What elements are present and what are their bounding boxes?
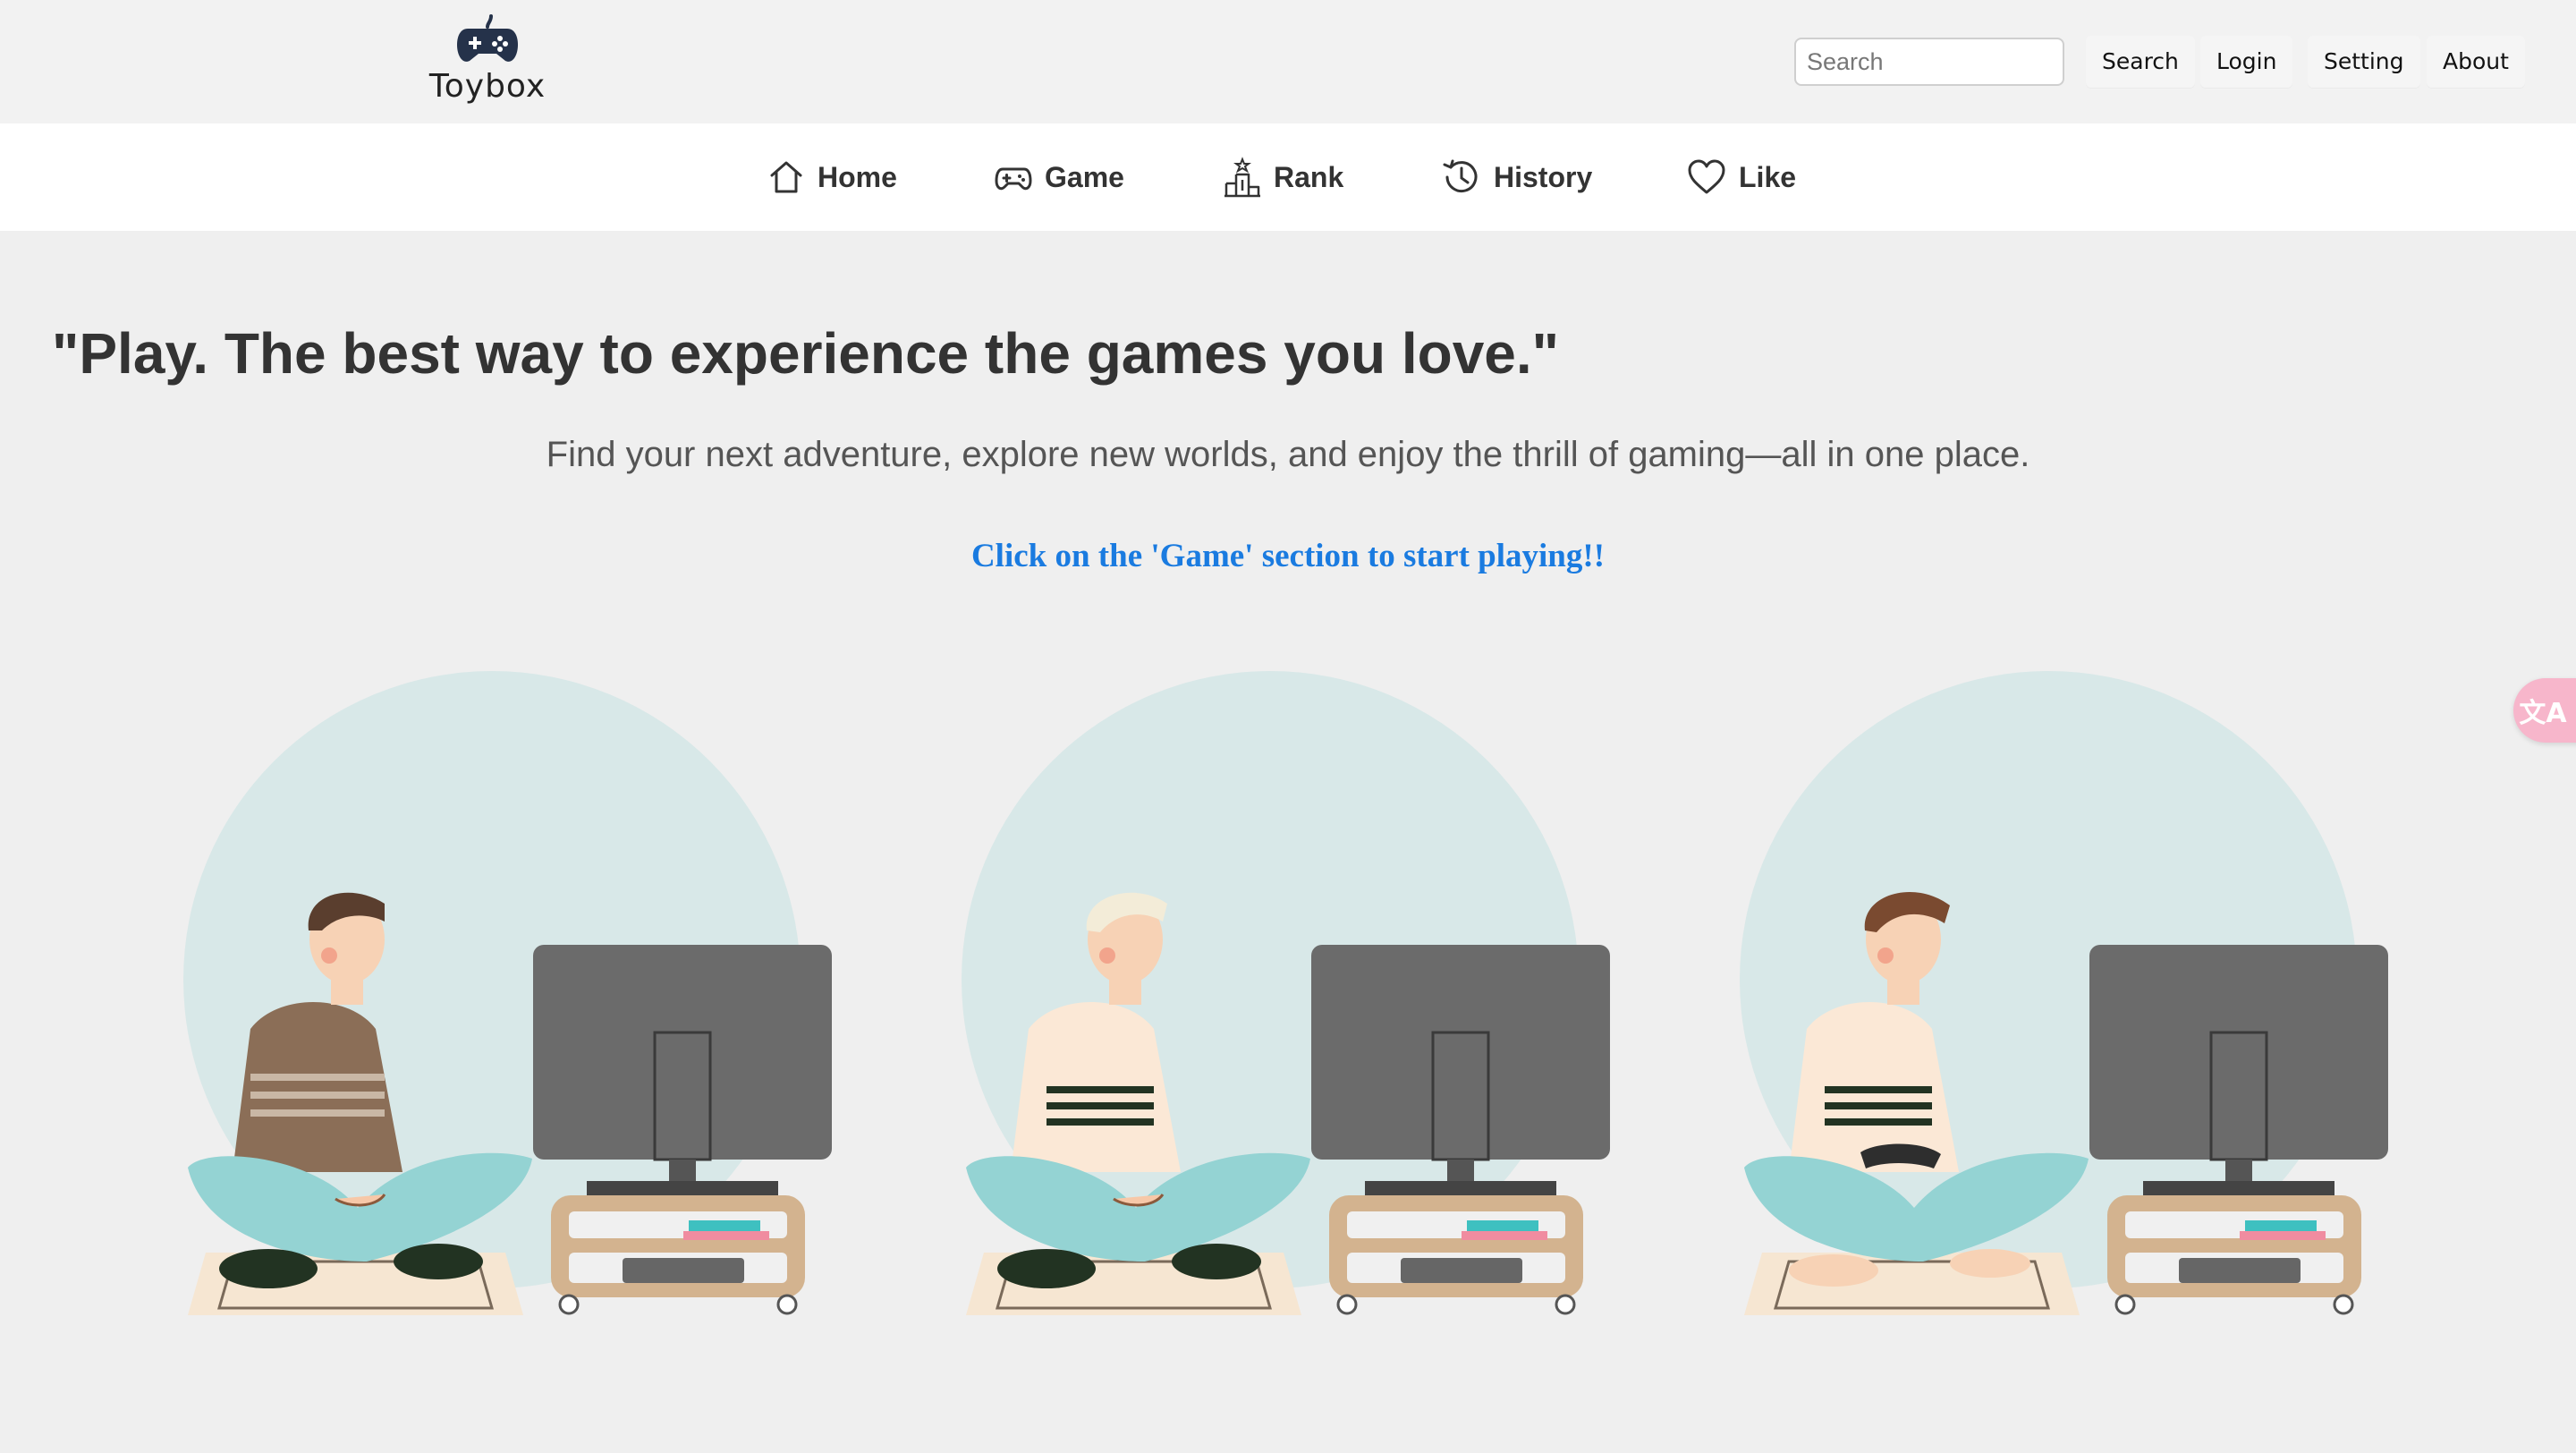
- heart-icon: [1688, 159, 1725, 194]
- translate-icon: 文A: [2519, 698, 2567, 729]
- translate-widget[interactable]: 文A: [2513, 678, 2576, 743]
- podium-icon: [1224, 157, 1260, 198]
- gamer-illustration-3: [1740, 671, 2388, 1315]
- nav-item-label: Rank: [1274, 160, 1344, 193]
- setting-button[interactable]: Setting: [2308, 36, 2420, 88]
- nav-item-home[interactable]: Home: [767, 123, 897, 231]
- gamer-illustration-2: [962, 671, 1610, 1315]
- nav-item-label: Like: [1739, 160, 1797, 193]
- search-input[interactable]: [1794, 38, 2064, 86]
- nav-item-history[interactable]: History: [1442, 123, 1592, 231]
- brand-name: Toybox: [428, 68, 547, 105]
- hero-subtitle: Find your next adventure, explore new wo…: [546, 435, 2030, 474]
- clock-icon: [1443, 159, 1478, 193]
- cta-game-link[interactable]: Click on the 'Game' section to start pla…: [0, 537, 2576, 575]
- top-header: Toybox Search Login Setting About: [0, 0, 2576, 123]
- home-icon: [770, 161, 802, 193]
- login-button[interactable]: Login: [2200, 36, 2293, 88]
- nav-item-rank[interactable]: Rank: [1224, 123, 1343, 231]
- brand-logo[interactable]: Toybox: [420, 13, 555, 113]
- gamepad-icon: [457, 14, 518, 62]
- search-button[interactable]: Search: [2086, 36, 2195, 88]
- nav-item-game[interactable]: Game: [995, 123, 1124, 231]
- hero-headline: "Play. The best way to experience the ga…: [52, 321, 1559, 386]
- nav-item-label: Game: [1045, 160, 1124, 193]
- about-button[interactable]: About: [2427, 36, 2525, 88]
- nav-item-label: Home: [818, 160, 897, 193]
- gamepad-icon: [995, 167, 1032, 191]
- gamer-illustration-1: [183, 671, 832, 1315]
- main-nav: Home Game Rank History Like: [0, 123, 2576, 231]
- nav-item-label: History: [1494, 160, 1593, 193]
- nav-item-like[interactable]: Like: [1687, 123, 1796, 231]
